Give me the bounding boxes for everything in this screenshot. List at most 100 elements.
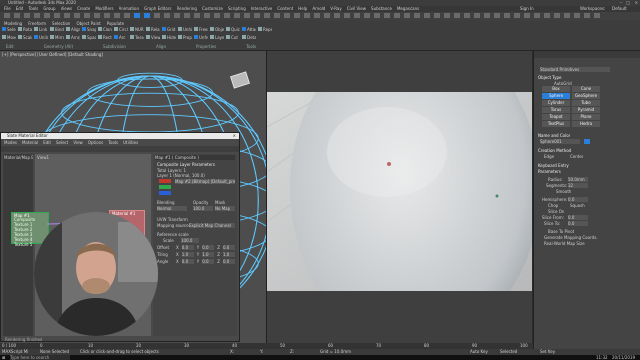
ribbon-tab[interactable]: Object Paint — [76, 21, 100, 26]
primitive-button[interactable]: Teapot — [542, 114, 570, 120]
toolbar-tool-icon[interactable] — [254, 13, 260, 18]
hemisphere-field[interactable]: 0.0 — [568, 197, 588, 202]
toolbar-tool-icon[interactable] — [74, 13, 80, 18]
toolbar-tool-icon[interactable] — [494, 13, 500, 18]
slate-menu-item[interactable]: Material — [22, 140, 38, 145]
primitive-button[interactable]: Cylinder — [542, 100, 570, 106]
windows-start-icon[interactable]: ⊞ — [2, 355, 5, 360]
toolbar-tool-icon[interactable] — [394, 13, 400, 18]
creation-edge[interactable]: Edge — [544, 154, 554, 159]
ribbon-tab[interactable]: Populate — [107, 21, 124, 26]
primitive-button[interactable]: GeoSphere — [572, 93, 600, 99]
slate-menu-item[interactable]: Select — [56, 140, 68, 145]
menu-item[interactable]: Customize — [202, 6, 223, 11]
toolbar-tool-icon[interactable] — [504, 13, 510, 18]
ribbon-button[interactable]: Rectangle — [98, 35, 112, 42]
primitive-button[interactable]: Hedra — [572, 121, 600, 127]
toolbar-tool-icon[interactable] — [444, 13, 450, 18]
toolbar-tool-icon[interactable] — [564, 13, 570, 18]
ribbon-button[interactable]: Link — [34, 27, 48, 34]
toolbar-tool-icon[interactable] — [94, 13, 100, 18]
primitive-button[interactable]: Box — [542, 86, 570, 92]
toolbar-tool-icon[interactable] — [474, 13, 480, 18]
toolbar-tool-icon[interactable] — [554, 13, 560, 18]
menu-item[interactable]: Civil View — [347, 6, 366, 11]
toolbar-tool-icon[interactable] — [434, 13, 440, 18]
toolbar-tool-icon[interactable] — [344, 13, 350, 18]
xform-field[interactable]: 1.0 — [222, 252, 235, 257]
toolbar-tool-icon[interactable] — [174, 13, 180, 18]
ribbon-button[interactable]: Select — [2, 27, 16, 34]
menu-item[interactable]: Substance — [371, 6, 392, 11]
toolbar-tool-icon[interactable] — [304, 13, 310, 18]
ribbon-button[interactable]: Tessellate — [130, 35, 144, 42]
menu-item[interactable]: Scripting — [228, 6, 246, 11]
slice-checkbox[interactable]: Slice On — [548, 209, 564, 214]
toolbar-tool-icon[interactable] — [264, 13, 270, 18]
slate-menu-item[interactable]: Options — [88, 140, 103, 145]
xform-field[interactable]: 0.0 — [181, 259, 194, 264]
keyboard-entry-header[interactable]: Keyboard Entry — [538, 163, 569, 168]
mask-value[interactable]: No Map — [215, 206, 235, 211]
ribbon-button[interactable]: Arc — [114, 35, 128, 42]
toolbar-tool-icon[interactable] — [44, 13, 50, 18]
menu-item[interactable]: Group — [43, 6, 55, 11]
ribbon-button[interactable]: Rotate — [18, 27, 32, 34]
taskbar-search[interactable]: Type here to search — [10, 355, 70, 360]
close-icon[interactable]: × — [635, 0, 638, 5]
viewport-bottom-right[interactable] — [267, 291, 532, 351]
squash-radio[interactable]: Squash — [570, 203, 585, 208]
scale-value[interactable]: 100.0 — [181, 238, 199, 243]
primitive-button[interactable]: Cone — [572, 86, 600, 92]
toolbar-tool-icon[interactable] — [184, 13, 190, 18]
blend-mode[interactable]: Normal — [157, 206, 187, 211]
menu-item[interactable]: V-Ray — [330, 6, 341, 11]
slice-from-field[interactable]: 0.0 — [568, 215, 588, 220]
primitive-button[interactable]: Plane — [572, 114, 600, 120]
maximize-icon[interactable]: □ — [626, 0, 630, 5]
viewport-render-right[interactable] — [267, 92, 532, 291]
toolbar-tool-icon[interactable] — [104, 13, 110, 18]
toolbar-tool-icon[interactable] — [84, 13, 90, 18]
ribbon-button[interactable]: Properties — [178, 35, 192, 42]
ribbon-button[interactable]: Array — [66, 35, 80, 42]
toolbar-tool-icon[interactable] — [314, 13, 320, 18]
toolbar-tool-icon[interactable] — [384, 13, 390, 18]
setkey-button[interactable]: Set Key — [540, 349, 555, 354]
xform-field[interactable]: 0.0 — [202, 259, 215, 264]
toolbar-tool-icon[interactable] — [54, 13, 60, 18]
menu-item[interactable]: Megascans — [397, 6, 419, 11]
realworld-checkbox[interactable]: Real-World Map Size — [544, 241, 585, 246]
menu-item[interactable]: Content — [277, 6, 293, 11]
ribbon-button[interactable]: Unhide — [178, 27, 192, 34]
primitive-type-select[interactable]: Standard Primitives — [540, 67, 610, 72]
ribbon-button[interactable]: Unlink — [34, 35, 48, 42]
ribbon-button[interactable]: Quick Slice — [226, 27, 240, 34]
toolbar-tool-icon[interactable] — [594, 13, 600, 18]
ribbon-button[interactable]: Bind — [50, 27, 64, 34]
opacity-value[interactable]: 100.0 — [193, 206, 213, 211]
toolbar-tool-icon[interactable] — [454, 13, 460, 18]
menu-item[interactable]: Edit — [16, 6, 24, 11]
name-field[interactable]: Sphere001 — [540, 139, 580, 144]
toolbar-tool-icon[interactable] — [154, 13, 160, 18]
radius-field[interactable]: 50.0mm — [568, 177, 588, 182]
user-sign-in[interactable]: Sign In — [520, 6, 534, 11]
toolbar-tool-icon[interactable] — [34, 13, 40, 18]
toolbar-tool-icon[interactable] — [224, 13, 230, 18]
primitive-button[interactable]: TextPlus — [542, 121, 570, 127]
menu-item[interactable]: File — [4, 6, 11, 11]
xform-field[interactable]: 0.0 — [202, 245, 215, 250]
viewport-top-right[interactable] — [267, 51, 532, 92]
smooth-checkbox[interactable]: Smooth — [556, 189, 571, 194]
toolbar-tool-icon[interactable] — [534, 13, 540, 18]
toolbar-tool-icon[interactable] — [584, 13, 590, 18]
toolbar-tool-icon[interactable] — [364, 13, 370, 18]
menu-item[interactable]: Modifiers — [95, 6, 113, 11]
menu-item[interactable]: Create — [77, 6, 90, 11]
maxscript-listener[interactable]: MAXScript Mi — [2, 349, 28, 354]
creation-header[interactable]: Creation Method — [538, 148, 571, 153]
toolbar-tool-icon[interactable] — [4, 13, 10, 18]
primitive-button[interactable]: Pyramid — [572, 107, 600, 113]
xform-field[interactable]: 1.0 — [202, 252, 215, 257]
